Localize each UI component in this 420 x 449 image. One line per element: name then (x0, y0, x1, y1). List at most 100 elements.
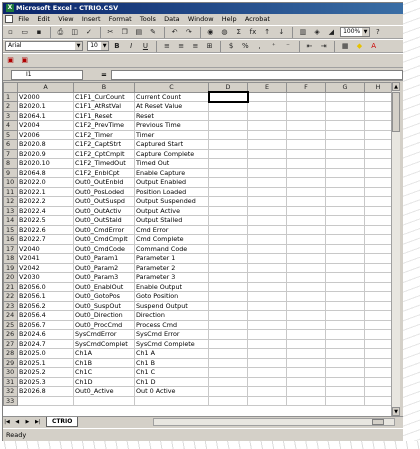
table-cell[interactable]: Goto Position (134, 291, 209, 302)
print-icon[interactable]: ⎙ (55, 27, 66, 38)
table-cell[interactable] (325, 291, 365, 302)
table-cell[interactable]: SysCmdComplet (73, 338, 135, 349)
table-cell[interactable]: Parameter 3 (134, 272, 209, 283)
table-cell[interactable] (247, 376, 287, 387)
table-cell[interactable] (247, 281, 287, 292)
table-cell[interactable] (325, 319, 365, 330)
table-cell[interactable] (286, 234, 326, 245)
table-cell[interactable] (208, 395, 248, 406)
table-cell[interactable] (286, 367, 326, 378)
table-cell[interactable] (364, 234, 392, 245)
table-cell[interactable] (247, 186, 287, 197)
table-cell[interactable]: Enable Capture (134, 167, 209, 178)
decrease-indent-icon[interactable]: ⇤ (304, 41, 315, 52)
table-cell[interactable] (286, 395, 326, 406)
table-cell[interactable]: C1F2_EnblCpt (73, 167, 135, 178)
table-cell[interactable] (247, 139, 287, 150)
increase-indent-icon[interactable]: ⇥ (318, 41, 329, 52)
row-header[interactable]: 4 (3, 120, 18, 131)
table-cell[interactable] (208, 110, 248, 121)
row-header[interactable]: 15 (3, 224, 18, 235)
table-cell[interactable] (208, 262, 248, 273)
save-icon[interactable]: ▪ (33, 27, 44, 38)
table-cell[interactable] (325, 262, 365, 273)
format-painter-icon[interactable]: ✎ (148, 27, 159, 38)
table-cell[interactable]: C1F1_CurCount (73, 91, 135, 102)
table-cell[interactable]: V2000 (17, 91, 74, 102)
table-cell[interactable] (247, 158, 287, 169)
table-cell[interactable] (364, 338, 392, 349)
table-cell[interactable]: C1F2_CaptStrt (73, 139, 135, 150)
table-cell[interactable]: Timer (134, 129, 209, 140)
zoom-select[interactable]: 100% ▼ (340, 27, 371, 37)
row-header[interactable]: 30 (3, 367, 18, 378)
scroll-up-icon[interactable]: ▲ (392, 82, 400, 91)
table-cell[interactable]: Suspend Output (134, 300, 209, 311)
table-cell[interactable]: Ch1C (73, 367, 135, 378)
table-cell[interactable]: Cmd Complete (134, 234, 209, 245)
table-cell[interactable] (325, 310, 365, 321)
table-cell[interactable]: Output Enabled (134, 177, 209, 188)
table-cell[interactable]: Ch1 D (134, 376, 209, 387)
table-cell[interactable] (364, 110, 392, 121)
table-cell[interactable] (364, 139, 392, 150)
table-cell[interactable] (247, 262, 287, 273)
last-sheet-icon[interactable]: ▶| (34, 418, 42, 427)
table-cell[interactable] (286, 205, 326, 216)
table-cell[interactable] (325, 158, 365, 169)
table-cell[interactable] (325, 395, 365, 406)
table-cell[interactable] (325, 215, 365, 226)
table-cell[interactable] (208, 215, 248, 226)
table-cell[interactable]: Out0_CmdCmplt (73, 234, 135, 245)
table-cell[interactable]: Parameter 2 (134, 262, 209, 273)
table-cell[interactable]: Command Code (134, 243, 209, 254)
table-cell[interactable]: Ch1B (73, 357, 135, 368)
horizontal-scrollbar[interactable] (153, 418, 395, 426)
table-cell[interactable] (286, 110, 326, 121)
table-cell[interactable] (247, 167, 287, 178)
row-header[interactable]: 31 (3, 376, 18, 387)
menu-help[interactable]: Help (222, 14, 237, 25)
percent-button[interactable]: % (240, 41, 251, 52)
table-cell[interactable] (247, 148, 287, 159)
table-cell[interactable] (286, 386, 326, 397)
table-cell[interactable] (286, 300, 326, 311)
table-cell[interactable] (325, 101, 365, 112)
table-cell[interactable]: C1F1_AtRstVal (73, 101, 135, 112)
table-cell[interactable]: Out0_Direction (73, 310, 135, 321)
chevron-down-icon[interactable]: ▼ (362, 28, 370, 36)
convert-and-email-icon[interactable]: ▣ (19, 55, 30, 66)
table-cell[interactable] (325, 329, 365, 340)
table-cell[interactable] (325, 177, 365, 188)
table-cell[interactable]: C1F2_CptCmplt (73, 148, 135, 159)
table-cell[interactable]: V2030 (17, 272, 74, 283)
borders-icon[interactable]: ▦ (340, 41, 351, 52)
table-cell[interactable] (364, 91, 392, 102)
table-cell[interactable]: B2025.1 (17, 357, 74, 368)
table-cell[interactable] (247, 395, 287, 406)
row-header[interactable]: 7 (3, 148, 18, 159)
vertical-scrollbar[interactable]: ▲ ▼ (391, 82, 400, 416)
name-box[interactable]: I1 (11, 70, 83, 80)
table-cell[interactable] (208, 253, 248, 264)
table-cell[interactable] (325, 186, 365, 197)
table-cell[interactable] (325, 348, 365, 359)
table-cell[interactable] (364, 129, 392, 140)
table-cell[interactable] (286, 120, 326, 131)
worksheet-grid[interactable]: A B C D E F G H 1 V2000 C1F1_CurCount Curre… (3, 82, 400, 416)
chevron-down-icon[interactable]: ▼ (101, 42, 109, 50)
document-icon[interactable] (5, 15, 13, 23)
table-cell[interactable]: B2064.8 (17, 167, 74, 178)
table-cell[interactable] (286, 215, 326, 226)
table-cell[interactable]: B2020.10 (17, 158, 74, 169)
align-right-icon[interactable]: ≡ (190, 41, 201, 52)
row-header[interactable]: 21 (3, 281, 18, 292)
table-cell[interactable] (208, 234, 248, 245)
row-header[interactable]: 11 (3, 186, 18, 197)
drawing-icon[interactable]: ◢ (326, 27, 337, 38)
table-cell[interactable] (364, 329, 392, 340)
table-cell[interactable]: Process Cmd (134, 319, 209, 330)
table-cell[interactable] (286, 224, 326, 235)
table-cell[interactable]: B2022.1 (17, 186, 74, 197)
row-header[interactable]: 2 (3, 101, 18, 112)
